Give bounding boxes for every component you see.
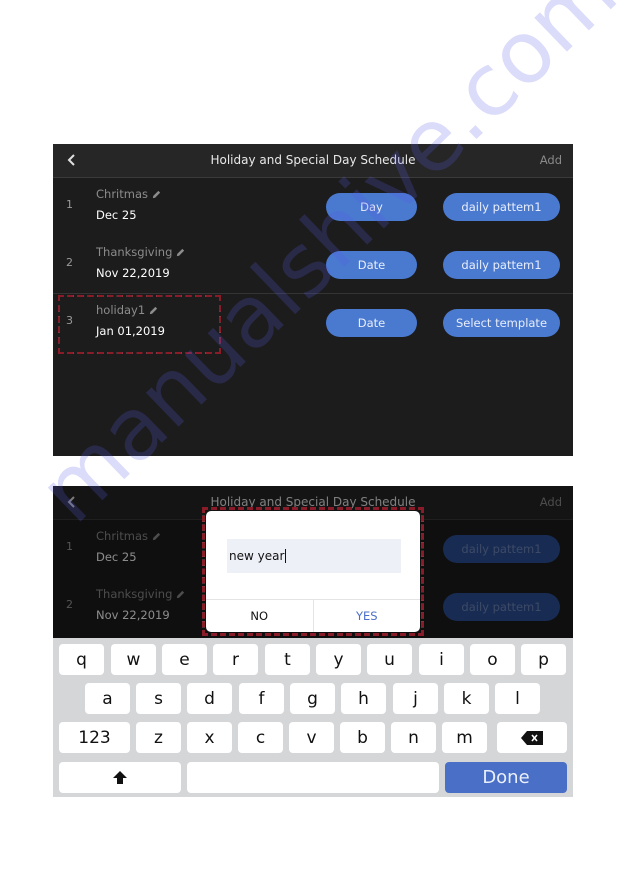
key[interactable]: l xyxy=(495,683,540,714)
numbers-key[interactable]: 123 xyxy=(59,722,130,753)
template-button[interactable]: daily pattem1 xyxy=(443,193,560,221)
shift-icon xyxy=(113,770,127,784)
schedule-row: 1 Chritmas Dec 25 Day daily pattem1 xyxy=(53,178,573,236)
key[interactable]: f xyxy=(239,683,284,714)
backspace-key[interactable] xyxy=(497,722,567,753)
key[interactable]: u xyxy=(367,644,412,675)
template-button[interactable]: daily pattem1 xyxy=(443,251,560,279)
type-button[interactable]: Day xyxy=(326,193,417,221)
backspace-icon xyxy=(521,730,543,745)
key[interactable]: d xyxy=(187,683,232,714)
key[interactable]: z xyxy=(136,722,181,753)
key[interactable]: e xyxy=(162,644,207,675)
key[interactable]: m xyxy=(442,722,487,753)
holiday-name-text: Thanksgiving xyxy=(96,245,173,259)
key[interactable]: x xyxy=(187,722,232,753)
key[interactable]: c xyxy=(238,722,283,753)
holiday-date[interactable]: Nov 22,2019 xyxy=(96,266,170,280)
rename-screen: Holiday and Special Day Schedule Add 1 C… xyxy=(53,486,573,797)
pencil-icon[interactable] xyxy=(175,247,186,258)
holiday-name[interactable]: Thanksgiving xyxy=(96,245,186,259)
holiday-date[interactable]: Dec 25 xyxy=(96,208,137,222)
key[interactable]: j xyxy=(393,683,438,714)
holiday-name[interactable]: Chritmas xyxy=(96,187,162,201)
key[interactable]: b xyxy=(340,722,385,753)
highlight-frame xyxy=(58,295,221,354)
key[interactable]: s xyxy=(136,683,181,714)
key[interactable]: t xyxy=(265,644,310,675)
type-button[interactable]: Date xyxy=(326,309,417,337)
type-button[interactable]: Date xyxy=(326,251,417,279)
schedule-row: 2 Thanksgiving Nov 22,2019 Date daily pa… xyxy=(53,236,573,294)
key[interactable]: k xyxy=(444,683,489,714)
key[interactable]: o xyxy=(470,644,515,675)
key[interactable]: v xyxy=(289,722,334,753)
schedule-screen: Holiday and Special Day Schedule Add 1 C… xyxy=(53,144,573,456)
header-bar: Holiday and Special Day Schedule Add xyxy=(53,144,573,178)
key[interactable]: q xyxy=(59,644,104,675)
key[interactable]: r xyxy=(213,644,258,675)
add-button[interactable]: Add xyxy=(540,153,562,167)
page-title: Holiday and Special Day Schedule xyxy=(210,153,416,167)
done-key[interactable]: Done xyxy=(445,762,567,793)
pencil-icon[interactable] xyxy=(151,189,162,200)
key[interactable]: w xyxy=(111,644,156,675)
key[interactable]: i xyxy=(419,644,464,675)
key[interactable]: g xyxy=(290,683,335,714)
holiday-name-text: Chritmas xyxy=(96,187,148,201)
key[interactable]: y xyxy=(316,644,361,675)
key[interactable]: a xyxy=(85,683,130,714)
key[interactable]: n xyxy=(391,722,436,753)
highlight-frame xyxy=(202,507,424,636)
row-index: 2 xyxy=(66,256,73,269)
on-screen-keyboard: q w e r t y u i o p a s d f g h j k l 12… xyxy=(53,638,573,797)
key[interactable]: h xyxy=(341,683,386,714)
shift-key[interactable] xyxy=(59,762,181,793)
key[interactable]: p xyxy=(521,644,566,675)
row-index: 1 xyxy=(66,198,73,211)
template-button[interactable]: Select template xyxy=(443,309,560,337)
space-key[interactable] xyxy=(187,762,439,793)
